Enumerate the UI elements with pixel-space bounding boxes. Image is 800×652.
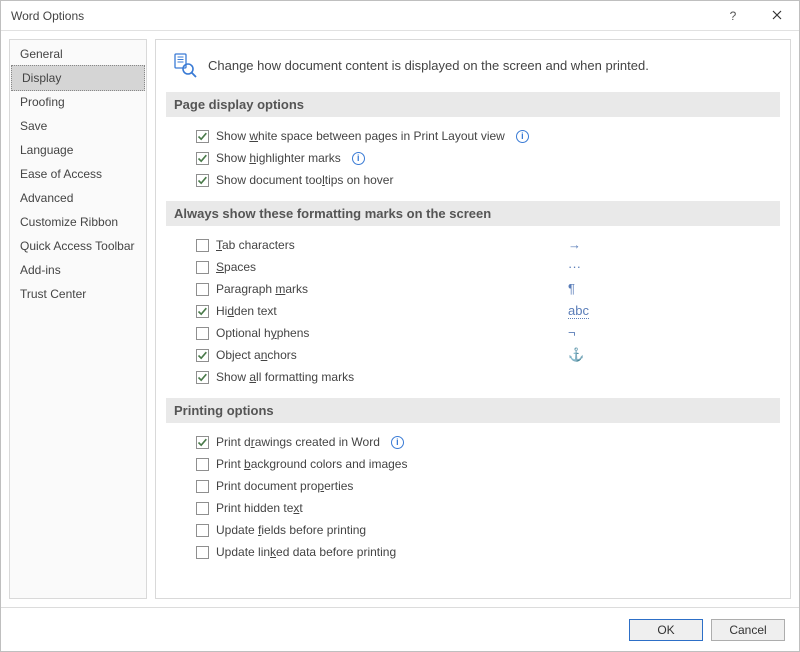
option-row[interactable]: Print drawings created in Word i: [166, 431, 780, 453]
option-label: Tab characters: [216, 236, 568, 254]
sidebar-item-trust-center[interactable]: Trust Center: [10, 282, 146, 306]
formatting-mark-icon: ⚓: [568, 346, 596, 364]
sidebar-item-quick-access-toolbar[interactable]: Quick Access Toolbar: [10, 234, 146, 258]
option-label: Print document properties: [216, 477, 353, 495]
info-icon[interactable]: i: [516, 130, 529, 143]
page-magnifier-icon: [172, 52, 198, 78]
option-row[interactable]: Paragraph marks¶: [166, 278, 780, 300]
option-label: Print hidden text: [216, 499, 303, 517]
sidebar-item-add-ins[interactable]: Add-ins: [10, 258, 146, 282]
option-label: Show all formatting marks: [216, 368, 568, 386]
option-row[interactable]: Show highlighter marks i: [166, 147, 780, 169]
section-page-display: Page display options: [166, 92, 780, 117]
formatting-mark-icon: →: [568, 236, 596, 254]
close-icon: [772, 9, 782, 23]
option-row[interactable]: Show document tooltips on hover: [166, 169, 780, 191]
checkbox[interactable]: [196, 327, 209, 340]
info-icon[interactable]: i: [391, 436, 404, 449]
sidebar-item-language[interactable]: Language: [10, 138, 146, 162]
checkbox[interactable]: [196, 458, 209, 471]
sidebar-item-save[interactable]: Save: [10, 114, 146, 138]
option-label: Print background colors and images: [216, 455, 407, 473]
option-label: Show document tooltips on hover: [216, 171, 393, 189]
cancel-button[interactable]: Cancel: [711, 619, 785, 641]
option-row[interactable]: Object anchors⚓: [166, 344, 780, 366]
option-row[interactable]: Update linked data before printing: [166, 541, 780, 563]
titlebar: Word Options ?: [1, 1, 799, 31]
checkbox[interactable]: [196, 349, 209, 362]
option-row[interactable]: Update fields before printing: [166, 519, 780, 541]
formatting-mark-icon: ···: [568, 258, 596, 276]
option-label: Update linked data before printing: [216, 543, 396, 561]
checkbox[interactable]: [196, 524, 209, 537]
option-row[interactable]: Show white space between pages in Print …: [166, 125, 780, 147]
option-row[interactable]: Spaces···: [166, 256, 780, 278]
option-row[interactable]: Print background colors and images: [166, 453, 780, 475]
option-label: Spaces: [216, 258, 568, 276]
checkbox[interactable]: [196, 261, 209, 274]
sidebar-item-proofing[interactable]: Proofing: [10, 90, 146, 114]
section-printing: Printing options: [166, 398, 780, 423]
sidebar: GeneralDisplayProofingSaveLanguageEase o…: [9, 39, 147, 599]
checkbox[interactable]: [196, 546, 209, 559]
sidebar-item-customize-ribbon[interactable]: Customize Ribbon: [10, 210, 146, 234]
footer: OK Cancel: [1, 607, 799, 651]
option-row[interactable]: Print document properties: [166, 475, 780, 497]
section-formatting-marks: Always show these formatting marks on th…: [166, 201, 780, 226]
option-label: Hidden text: [216, 302, 568, 320]
help-icon: ?: [730, 9, 737, 23]
option-row[interactable]: Optional hyphens¬: [166, 322, 780, 344]
option-label: Paragraph marks: [216, 280, 568, 298]
checkbox[interactable]: [196, 283, 209, 296]
sidebar-item-advanced[interactable]: Advanced: [10, 186, 146, 210]
checkbox[interactable]: [196, 239, 209, 252]
formatting-mark-icon: abc: [568, 302, 596, 320]
info-icon[interactable]: i: [352, 152, 365, 165]
help-button[interactable]: ?: [711, 1, 755, 31]
ok-button[interactable]: OK: [629, 619, 703, 641]
sidebar-item-ease-of-access[interactable]: Ease of Access: [10, 162, 146, 186]
option-label: Show white space between pages in Print …: [216, 127, 505, 145]
checkbox[interactable]: [196, 174, 209, 187]
checkbox[interactable]: [196, 371, 209, 384]
checkbox[interactable]: [196, 305, 209, 318]
checkbox[interactable]: [196, 152, 209, 165]
close-button[interactable]: [755, 1, 799, 31]
word-options-dialog: Word Options ? GeneralDisplayProofingSav…: [0, 0, 800, 652]
hero: Change how document content is displayed…: [166, 48, 780, 92]
option-label: Show highlighter marks: [216, 149, 341, 167]
formatting-mark-icon: ¶: [568, 280, 596, 298]
option-label: Update fields before printing: [216, 521, 366, 539]
checkbox[interactable]: [196, 480, 209, 493]
option-row[interactable]: Tab characters→: [166, 234, 780, 256]
sidebar-item-general[interactable]: General: [10, 42, 146, 66]
sidebar-item-display[interactable]: Display: [11, 65, 145, 91]
checkbox[interactable]: [196, 436, 209, 449]
option-label: Object anchors: [216, 346, 568, 364]
formatting-mark-icon: ¬: [568, 324, 596, 342]
checkbox[interactable]: [196, 502, 209, 515]
option-label: Print drawings created in Word: [216, 433, 380, 451]
option-label: Optional hyphens: [216, 324, 568, 342]
option-row[interactable]: Hidden textabc: [166, 300, 780, 322]
hero-text: Change how document content is displayed…: [208, 58, 649, 73]
checkbox[interactable]: [196, 130, 209, 143]
dialog-body: GeneralDisplayProofingSaveLanguageEase o…: [1, 31, 799, 607]
main-pane: Change how document content is displayed…: [155, 39, 791, 599]
option-row[interactable]: Show all formatting marks: [166, 366, 780, 388]
window-title: Word Options: [11, 9, 84, 23]
option-row[interactable]: Print hidden text: [166, 497, 780, 519]
